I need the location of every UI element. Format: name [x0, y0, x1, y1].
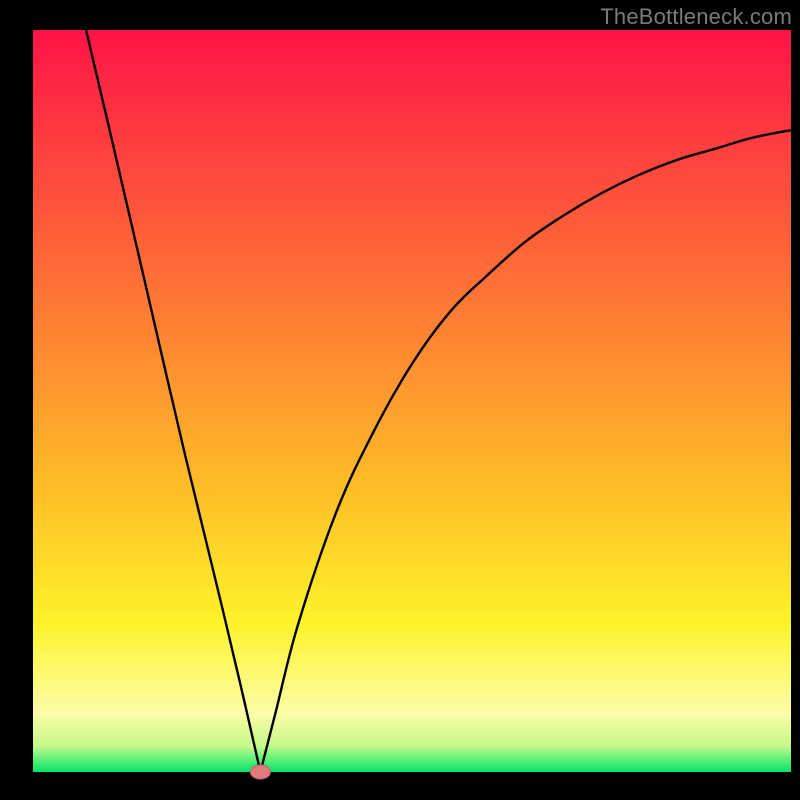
minimum-marker [250, 765, 270, 779]
bottleneck-chart [0, 0, 800, 800]
chart-container: TheBottleneck.com [0, 0, 800, 800]
gradient-plot-area [33, 30, 791, 772]
watermark: TheBottleneck.com [600, 4, 792, 30]
